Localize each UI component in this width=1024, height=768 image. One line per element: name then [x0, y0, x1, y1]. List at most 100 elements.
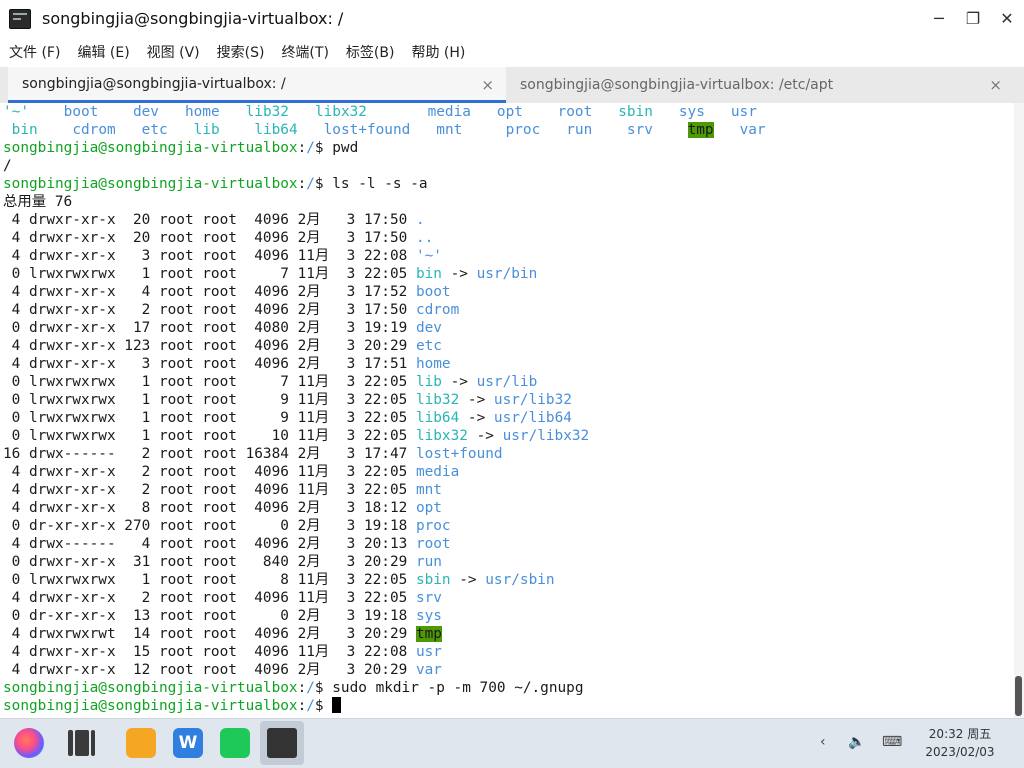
terminal-segment — [159, 104, 185, 120]
volume-icon[interactable]: 🔈 — [848, 734, 865, 750]
terminal-segment — [38, 122, 73, 138]
terminal-line: 0 drwxr-xr-x 31 root root 840 2月 3 20:29… — [0, 553, 1014, 571]
terminal-segment: tmp — [415, 626, 442, 642]
terminal-segment: usr/lib — [476, 374, 538, 390]
terminal-segment: cdrom — [415, 302, 460, 318]
menu-search[interactable]: 搜索(S) — [208, 42, 273, 62]
terminal-segment: proc — [415, 518, 451, 534]
wps-icon[interactable]: W — [173, 728, 203, 758]
minimize-button[interactable]: ─ — [922, 0, 956, 37]
terminal-segment: 4 drwxr-xr-x 2 root root 4096 11月 3 22:0… — [3, 590, 416, 606]
terminal-icon[interactable] — [267, 728, 297, 758]
menu-help[interactable]: 帮助 (H) — [402, 42, 473, 62]
terminal-segment: 0 lrwxrwxrwx 1 root root 7 11月 3 22:05 — [3, 374, 416, 390]
terminal-segment: sbin — [618, 104, 653, 120]
terminal-segment — [116, 122, 142, 138]
terminal-segment: / — [306, 698, 315, 714]
tab-bar: songbingjia@songbingjia-virtualbox: / × … — [0, 67, 1024, 103]
terminal-segment: usr/sbin — [485, 572, 555, 588]
notes-icon[interactable] — [126, 728, 156, 758]
terminal-segment: lib64 — [254, 122, 298, 138]
terminal-output[interactable]: '~' boot dev home lib32 libx32 media opt… — [0, 103, 1014, 718]
title-bar: songbingjia@songbingjia-virtualbox: / ─ … — [0, 0, 1024, 37]
wechat-icon[interactable] — [220, 728, 250, 758]
terminal-segment: / — [306, 680, 315, 696]
restore-button[interactable]: ❐ — [956, 0, 990, 37]
terminal-segment: -> — [459, 392, 494, 408]
terminal-segment: 0 dr-xr-xr-x 270 root root 0 2月 3 19:18 — [3, 518, 416, 534]
tab-label: songbingjia@songbingjia-virtualbox: /etc… — [520, 77, 834, 93]
terminal-segment: 0 drwxr-xr-x 17 root root 4080 2月 3 19:1… — [3, 320, 416, 336]
terminal-segment: : — [297, 698, 307, 714]
terminal-line: songbingjia@songbingjia-virtualbox:/$ su… — [0, 679, 1014, 697]
menu-bar: 文件 (F) 编辑 (E) 视图 (V) 搜索(S) 终端(T) 标签(B) 帮… — [0, 37, 1024, 67]
terminal-segment: usr/libx32 — [502, 428, 590, 444]
terminal-segment: 0 lrwxrwxrwx 1 root root 7 11月 3 22:05 — [3, 266, 416, 282]
terminal-segment: opt — [496, 104, 523, 120]
terminal-line: 0 lrwxrwxrwx 1 root root 9 11月 3 22:05 l… — [0, 391, 1014, 409]
terminal-segment: cdrom — [72, 122, 116, 138]
terminal-segment — [29, 104, 64, 120]
menu-edit[interactable]: 编辑 (E) — [68, 42, 137, 62]
terminal-segment: : — [297, 176, 307, 192]
clock[interactable]: 20:32 周五 2023/02/03 — [920, 725, 1000, 761]
terminal-segment: lib32 — [415, 392, 460, 408]
terminal-segment: 4 drwxr-xr-x 2 root root 4096 11月 3 22:0… — [3, 464, 416, 480]
terminal-segment: 4 drwxrwxrwt 14 root root 4096 2月 3 20:2… — [3, 626, 416, 642]
terminal-line: 0 lrwxrwxrwx 1 root root 8 11月 3 22:05 s… — [0, 571, 1014, 589]
terminal-segment: .. — [415, 230, 434, 246]
terminal-segment — [540, 122, 566, 138]
terminal-segment: 0 dr-xr-xr-x 13 root root 0 2月 3 19:18 — [3, 608, 416, 624]
tab-close-button[interactable]: × — [481, 76, 494, 94]
terminal-segment: etc — [415, 338, 442, 354]
terminal-line: songbingjia@songbingjia-virtualbox:/$ ls… — [0, 175, 1014, 193]
terminal-segment: -> — [441, 374, 477, 390]
tab-root[interactable]: songbingjia@songbingjia-virtualbox: / × — [8, 67, 506, 103]
tray-expand-icon[interactable]: ‹ — [820, 734, 826, 750]
terminal-segment: : — [297, 140, 307, 156]
file-manager-icon[interactable] — [66, 728, 96, 758]
terminal-segment — [714, 122, 740, 138]
terminal-segment: 0 lrwxrwxrwx 1 root root 8 11月 3 22:05 — [3, 572, 416, 588]
terminal-line: 0 lrwxrwxrwx 1 root root 7 11月 3 22:05 b… — [0, 265, 1014, 283]
terminal-segment — [298, 122, 324, 138]
terminal-line: 4 drwxr-xr-x 20 root root 4096 2月 3 17:5… — [0, 211, 1014, 229]
terminal-line: 4 drwxr-xr-x 3 root root 4096 11月 3 22:0… — [0, 247, 1014, 265]
terminal-segment: / — [306, 176, 315, 192]
terminal-app-icon — [9, 8, 31, 29]
terminal-line: 0 lrwxrwxrwx 1 root root 10 11月 3 22:05 … — [0, 427, 1014, 445]
terminal-segment: var — [739, 122, 766, 138]
terminal-segment — [289, 104, 315, 120]
tab-close-button[interactable]: × — [989, 76, 1002, 94]
menu-view[interactable]: 视图 (V) — [138, 42, 208, 62]
terminal-segment: -> — [450, 572, 486, 588]
scrollbar-thumb[interactable] — [1015, 676, 1022, 716]
menu-file[interactable]: 文件 (F) — [0, 42, 68, 62]
terminal-segment: '~' — [415, 248, 442, 264]
terminal-line: 4 drwxr-xr-x 2 root root 4096 11月 3 22:0… — [0, 589, 1014, 607]
close-button[interactable]: ✕ — [990, 0, 1024, 37]
tab-etc-apt[interactable]: songbingjia@songbingjia-virtualbox: /etc… — [506, 67, 1014, 103]
terminal-segment: mnt — [436, 122, 463, 138]
menu-tabs[interactable]: 标签(B) — [337, 42, 403, 62]
launcher-icon[interactable] — [14, 728, 44, 758]
terminal-segment: usr — [730, 104, 757, 120]
terminal-segment — [653, 122, 688, 138]
terminal-scrollbar[interactable] — [1014, 103, 1024, 718]
terminal-segment: tmp — [687, 122, 714, 138]
terminal-segment: lib64 — [415, 410, 460, 426]
terminal-segment: libx32 — [415, 428, 468, 444]
terminal-segment: mnt — [415, 482, 442, 498]
terminal-segment — [168, 122, 194, 138]
terminal-segment: / — [3, 158, 12, 174]
menu-terminal[interactable]: 终端(T) — [272, 42, 336, 62]
terminal-segment: 0 lrwxrwxrwx 1 root root 10 11月 3 22:05 — [3, 428, 416, 444]
clock-date: 2023/02/03 — [925, 745, 995, 759]
keyboard-icon[interactable]: ⌨ — [882, 734, 902, 750]
terminal-line: 4 drwxr-xr-x 8 root root 4096 2月 3 18:12… — [0, 499, 1014, 517]
terminal-segment: -> — [467, 428, 503, 444]
terminal-segment: 4 drwxr-xr-x 15 root root 4096 11月 3 22:… — [3, 644, 416, 660]
terminal-segment: opt — [415, 500, 442, 516]
terminal-segment: '~' — [3, 104, 29, 120]
terminal-segment — [367, 104, 428, 120]
